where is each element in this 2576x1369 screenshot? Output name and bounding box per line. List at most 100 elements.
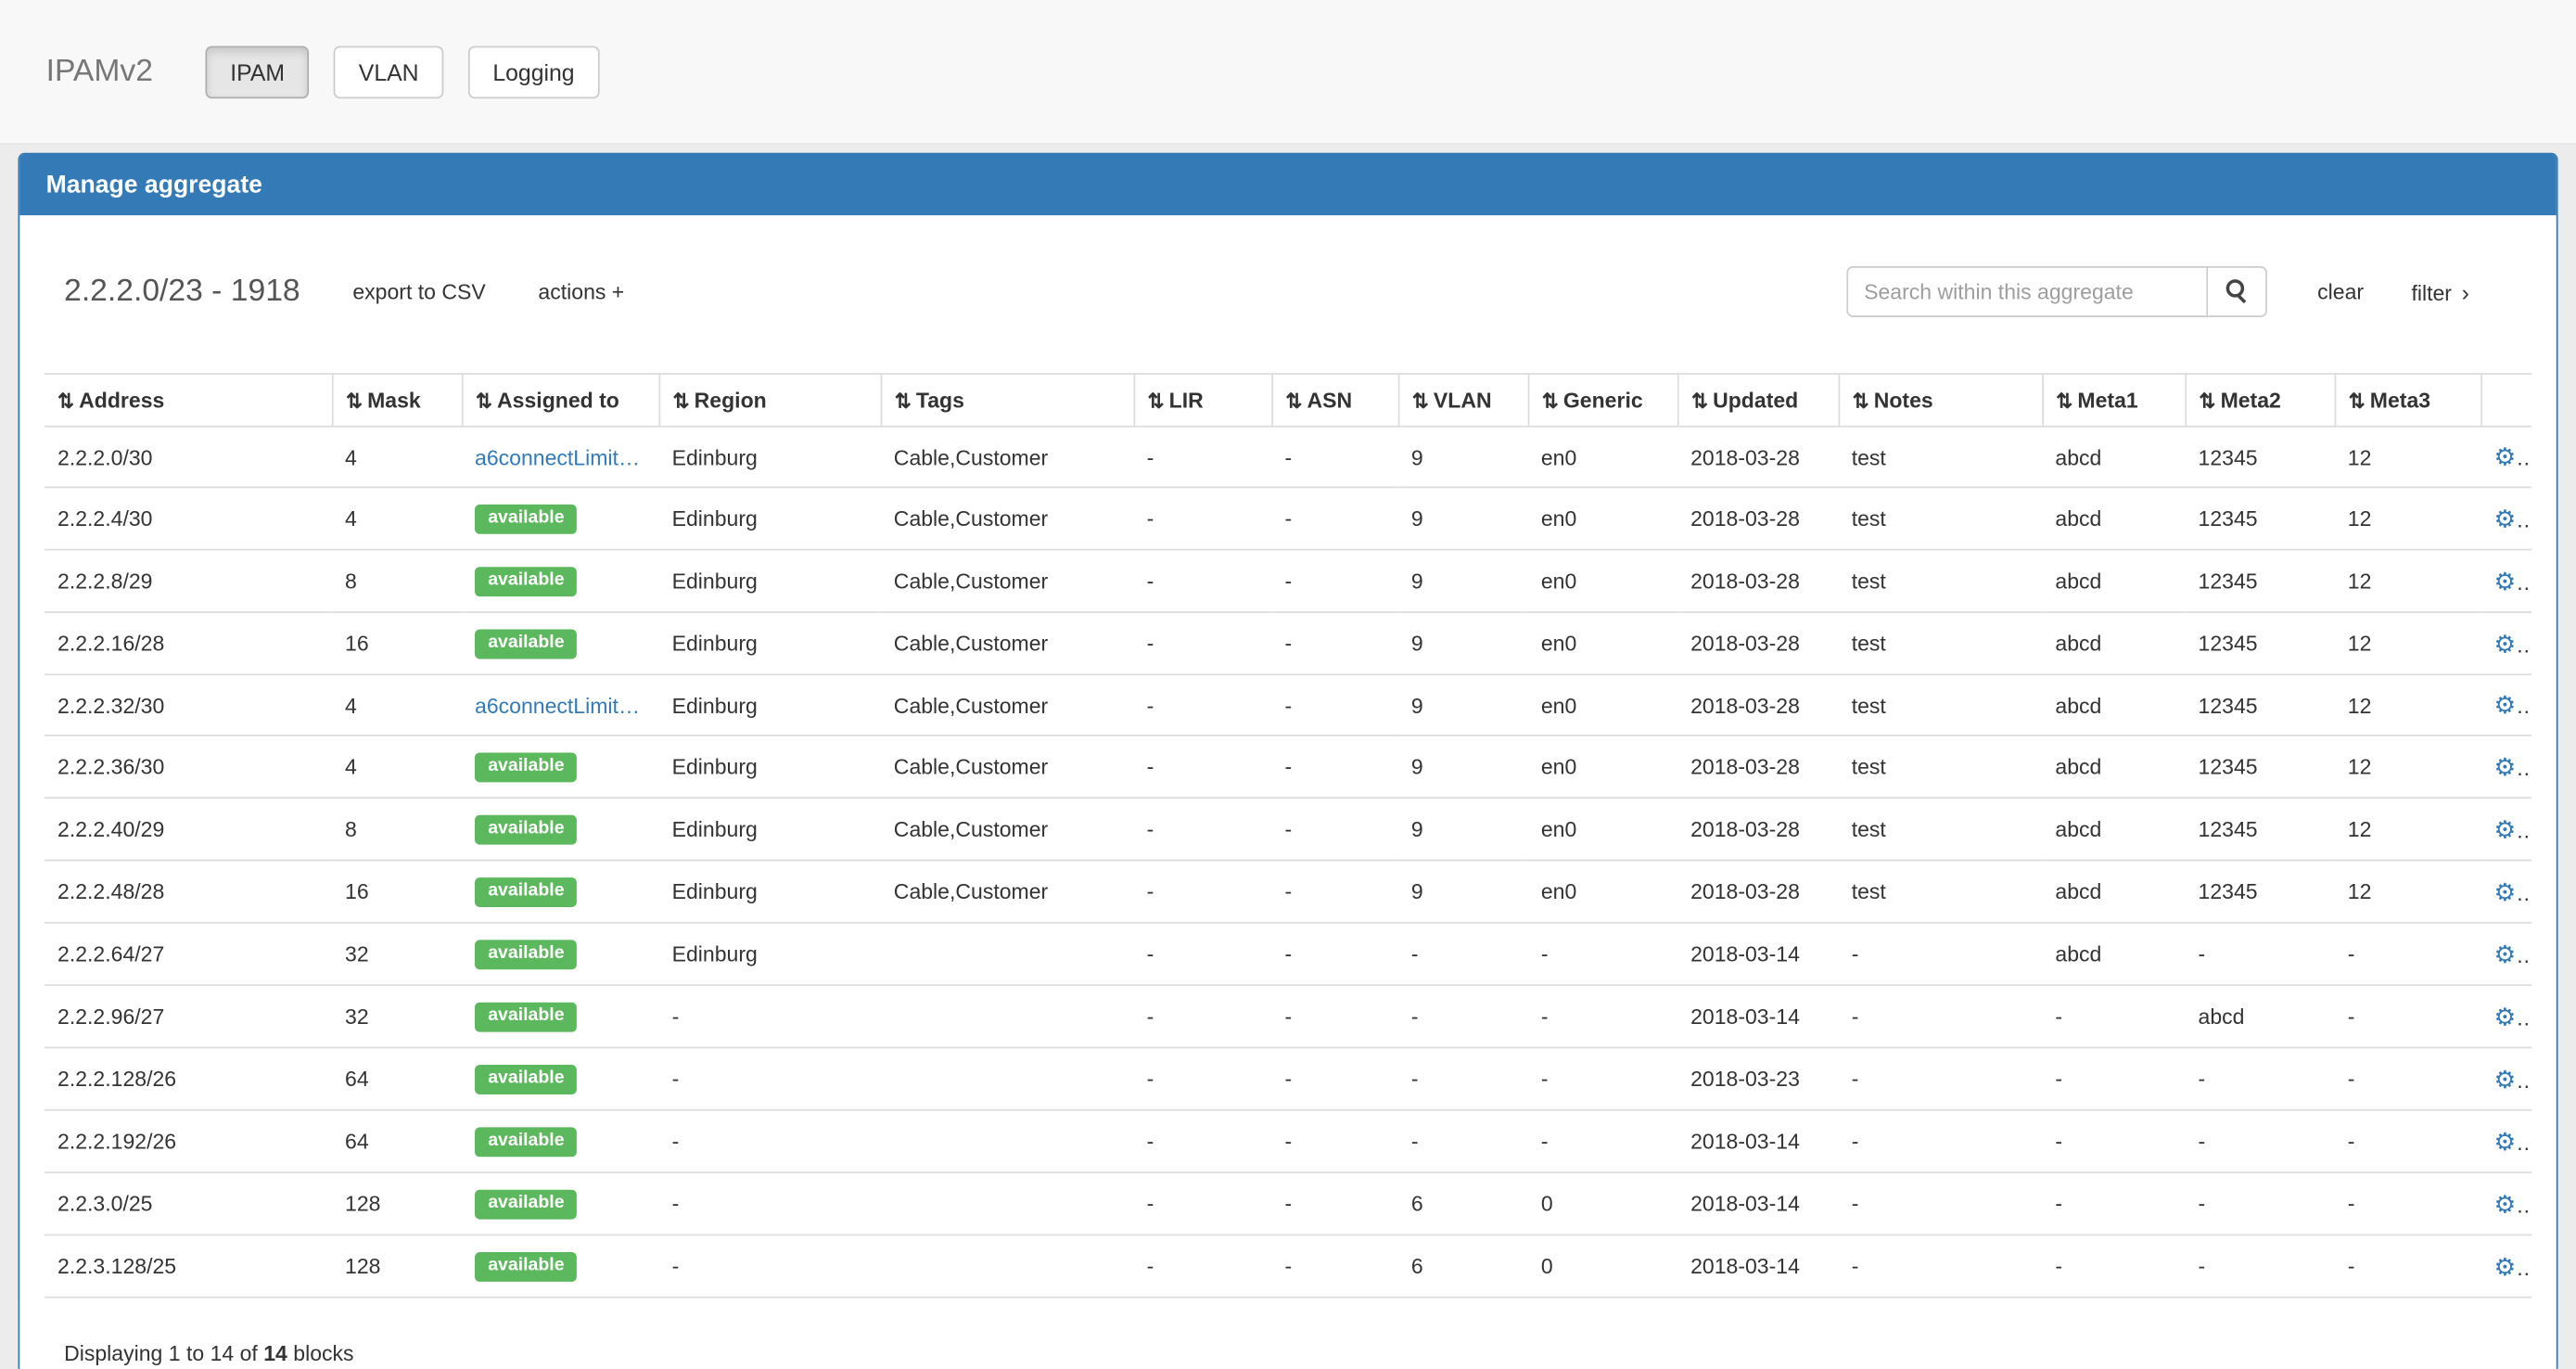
column-header-meta3[interactable]: ⇅Meta3: [2335, 374, 2481, 427]
gear-icon[interactable]: ⚙: [2493, 443, 2531, 471]
cell-vlan: 9: [1398, 860, 1528, 922]
cell-mask: 4: [332, 427, 462, 488]
cell-asn: -: [1271, 923, 1397, 985]
sort-icon: ⇅: [673, 390, 690, 413]
cell-meta1: -: [2042, 1172, 2185, 1235]
cell-vlan: 6: [1398, 1235, 1528, 1297]
cell-meta3: -: [2335, 1047, 2481, 1109]
column-header-label: Meta1: [2077, 388, 2137, 413]
available-badge: available: [475, 1252, 578, 1282]
cell-lir: -: [1133, 427, 1271, 488]
gear-icon[interactable]: ⚙: [2493, 1066, 2531, 1094]
cell-lir: -: [1133, 1110, 1271, 1172]
cell-meta3: 12: [2335, 550, 2481, 612]
cell-generic: 0: [1528, 1172, 1677, 1235]
assigned-link[interactable]: a6connectLimite...: [475, 693, 645, 718]
column-header-tags[interactable]: ⇅Tags: [881, 374, 1134, 427]
cell-updated: 2018-03-28: [1677, 798, 1839, 860]
gear-icon[interactable]: ⚙: [2493, 692, 2531, 720]
gear-icon[interactable]: ⚙: [2493, 816, 2531, 844]
cell-tags: Cable,Customer: [881, 487, 1134, 549]
column-header-label: Generic: [1563, 388, 1643, 413]
column-header-meta1[interactable]: ⇅Meta1: [2042, 374, 2185, 427]
gear-icon[interactable]: ⚙: [2493, 1004, 2531, 1031]
gear-icon[interactable]: ⚙: [2493, 753, 2531, 781]
cell-assigned-to: available: [462, 1047, 659, 1109]
gear-icon[interactable]: ⚙: [2493, 940, 2531, 968]
available-badge: available: [475, 567, 578, 596]
cell-updated: 2018-03-28: [1677, 860, 1839, 922]
cell-lir: -: [1133, 985, 1271, 1047]
cell-generic: en0: [1528, 736, 1677, 798]
column-header-updated[interactable]: ⇅Updated: [1677, 374, 1839, 427]
cell-actions: ⚙: [2480, 674, 2531, 736]
column-header-label: Region: [695, 388, 767, 413]
column-header-address[interactable]: ⇅Address: [45, 374, 332, 427]
available-badge: available: [475, 877, 578, 907]
column-header-assigned-to[interactable]: ⇅Assigned to: [462, 374, 659, 427]
cell-assigned-to: available: [462, 612, 659, 674]
cell-address: 2.2.2.96/27: [45, 985, 332, 1047]
cell-meta3: -: [2335, 923, 2481, 985]
column-header-vlan[interactable]: ⇅VLAN: [1398, 374, 1528, 427]
cell-tags: [881, 923, 1134, 985]
export-csv-link[interactable]: export to CSV: [352, 279, 485, 304]
nav-button-vlan[interactable]: VLAN: [334, 45, 443, 98]
nav-button-ipam[interactable]: IPAM: [206, 45, 310, 98]
cell-actions: ⚙: [2480, 1172, 2531, 1235]
cell-meta1: abcd: [2042, 798, 2185, 860]
gear-icon[interactable]: ⚙: [2493, 1191, 2531, 1219]
cell-meta1: abcd: [2042, 923, 2185, 985]
column-header-meta2[interactable]: ⇅Meta2: [2185, 374, 2334, 427]
sort-icon: ⇅: [2349, 390, 2366, 413]
gear-icon[interactable]: ⚙: [2493, 878, 2531, 906]
cell-lir: -: [1133, 923, 1271, 985]
cell-meta1: -: [2042, 985, 2185, 1047]
filter-link[interactable]: filter›: [2411, 278, 2468, 304]
actions-menu-link[interactable]: actions +: [538, 279, 624, 304]
column-header-region[interactable]: ⇅Region: [658, 374, 880, 427]
search-button[interactable]: [2207, 266, 2266, 317]
search-input[interactable]: [1846, 266, 2208, 317]
cell-updated: 2018-03-28: [1677, 487, 1839, 549]
cell-address: 2.2.2.4/30: [45, 487, 332, 549]
gear-icon[interactable]: ⚙: [2493, 1253, 2531, 1281]
cell-meta1: abcd: [2042, 860, 2185, 922]
gear-icon[interactable]: ⚙: [2493, 1128, 2531, 1156]
column-header-mask[interactable]: ⇅Mask: [332, 374, 462, 427]
cell-mask: 8: [332, 550, 462, 612]
table-row: 2.2.3.0/25 128 available - - - 6 0 2018-…: [45, 1172, 2531, 1235]
column-header-asn[interactable]: ⇅ASN: [1271, 374, 1397, 427]
table-row: 2.2.2.4/30 4 available Edinburg Cable,Cu…: [45, 487, 2531, 549]
cell-meta2: 12345: [2185, 612, 2334, 674]
chevron-right-icon: ›: [2462, 278, 2469, 304]
table-footer: Displaying 1 to 14 of 14 blocks: [45, 1299, 2531, 1369]
cell-asn: -: [1271, 427, 1397, 488]
cell-meta2: -: [2185, 1110, 2334, 1172]
clear-link[interactable]: clear: [2317, 279, 2364, 304]
cell-mask: 4: [332, 736, 462, 798]
cell-asn: -: [1271, 736, 1397, 798]
cell-meta1: -: [2042, 1235, 2185, 1297]
search-group: [1846, 266, 2267, 317]
column-header-lir[interactable]: ⇅LIR: [1133, 374, 1271, 427]
cell-region: Edinburg: [658, 923, 880, 985]
column-header-generic[interactable]: ⇅Generic: [1528, 374, 1677, 427]
column-header-notes[interactable]: ⇅Notes: [1839, 374, 2043, 427]
actions-column-header: [2480, 374, 2531, 427]
cell-vlan: 9: [1398, 427, 1528, 488]
cell-assigned-to: a6connectLimite...: [462, 674, 659, 736]
gear-icon[interactable]: ⚙: [2493, 568, 2531, 595]
cell-mask: 4: [332, 674, 462, 736]
gear-icon[interactable]: ⚙: [2493, 505, 2531, 533]
cell-notes: test: [1839, 550, 2043, 612]
cell-asn: -: [1271, 798, 1397, 860]
cell-tags: Cable,Customer: [881, 860, 1134, 922]
cell-generic: en0: [1528, 860, 1677, 922]
gear-icon[interactable]: ⚙: [2493, 630, 2531, 658]
cell-actions: ⚙: [2480, 860, 2531, 922]
assigned-link[interactable]: a6connectLimite...: [475, 444, 645, 469]
nav-button-logging[interactable]: Logging: [468, 45, 599, 98]
cell-actions: ⚙: [2480, 923, 2531, 985]
available-badge: available: [475, 752, 578, 782]
